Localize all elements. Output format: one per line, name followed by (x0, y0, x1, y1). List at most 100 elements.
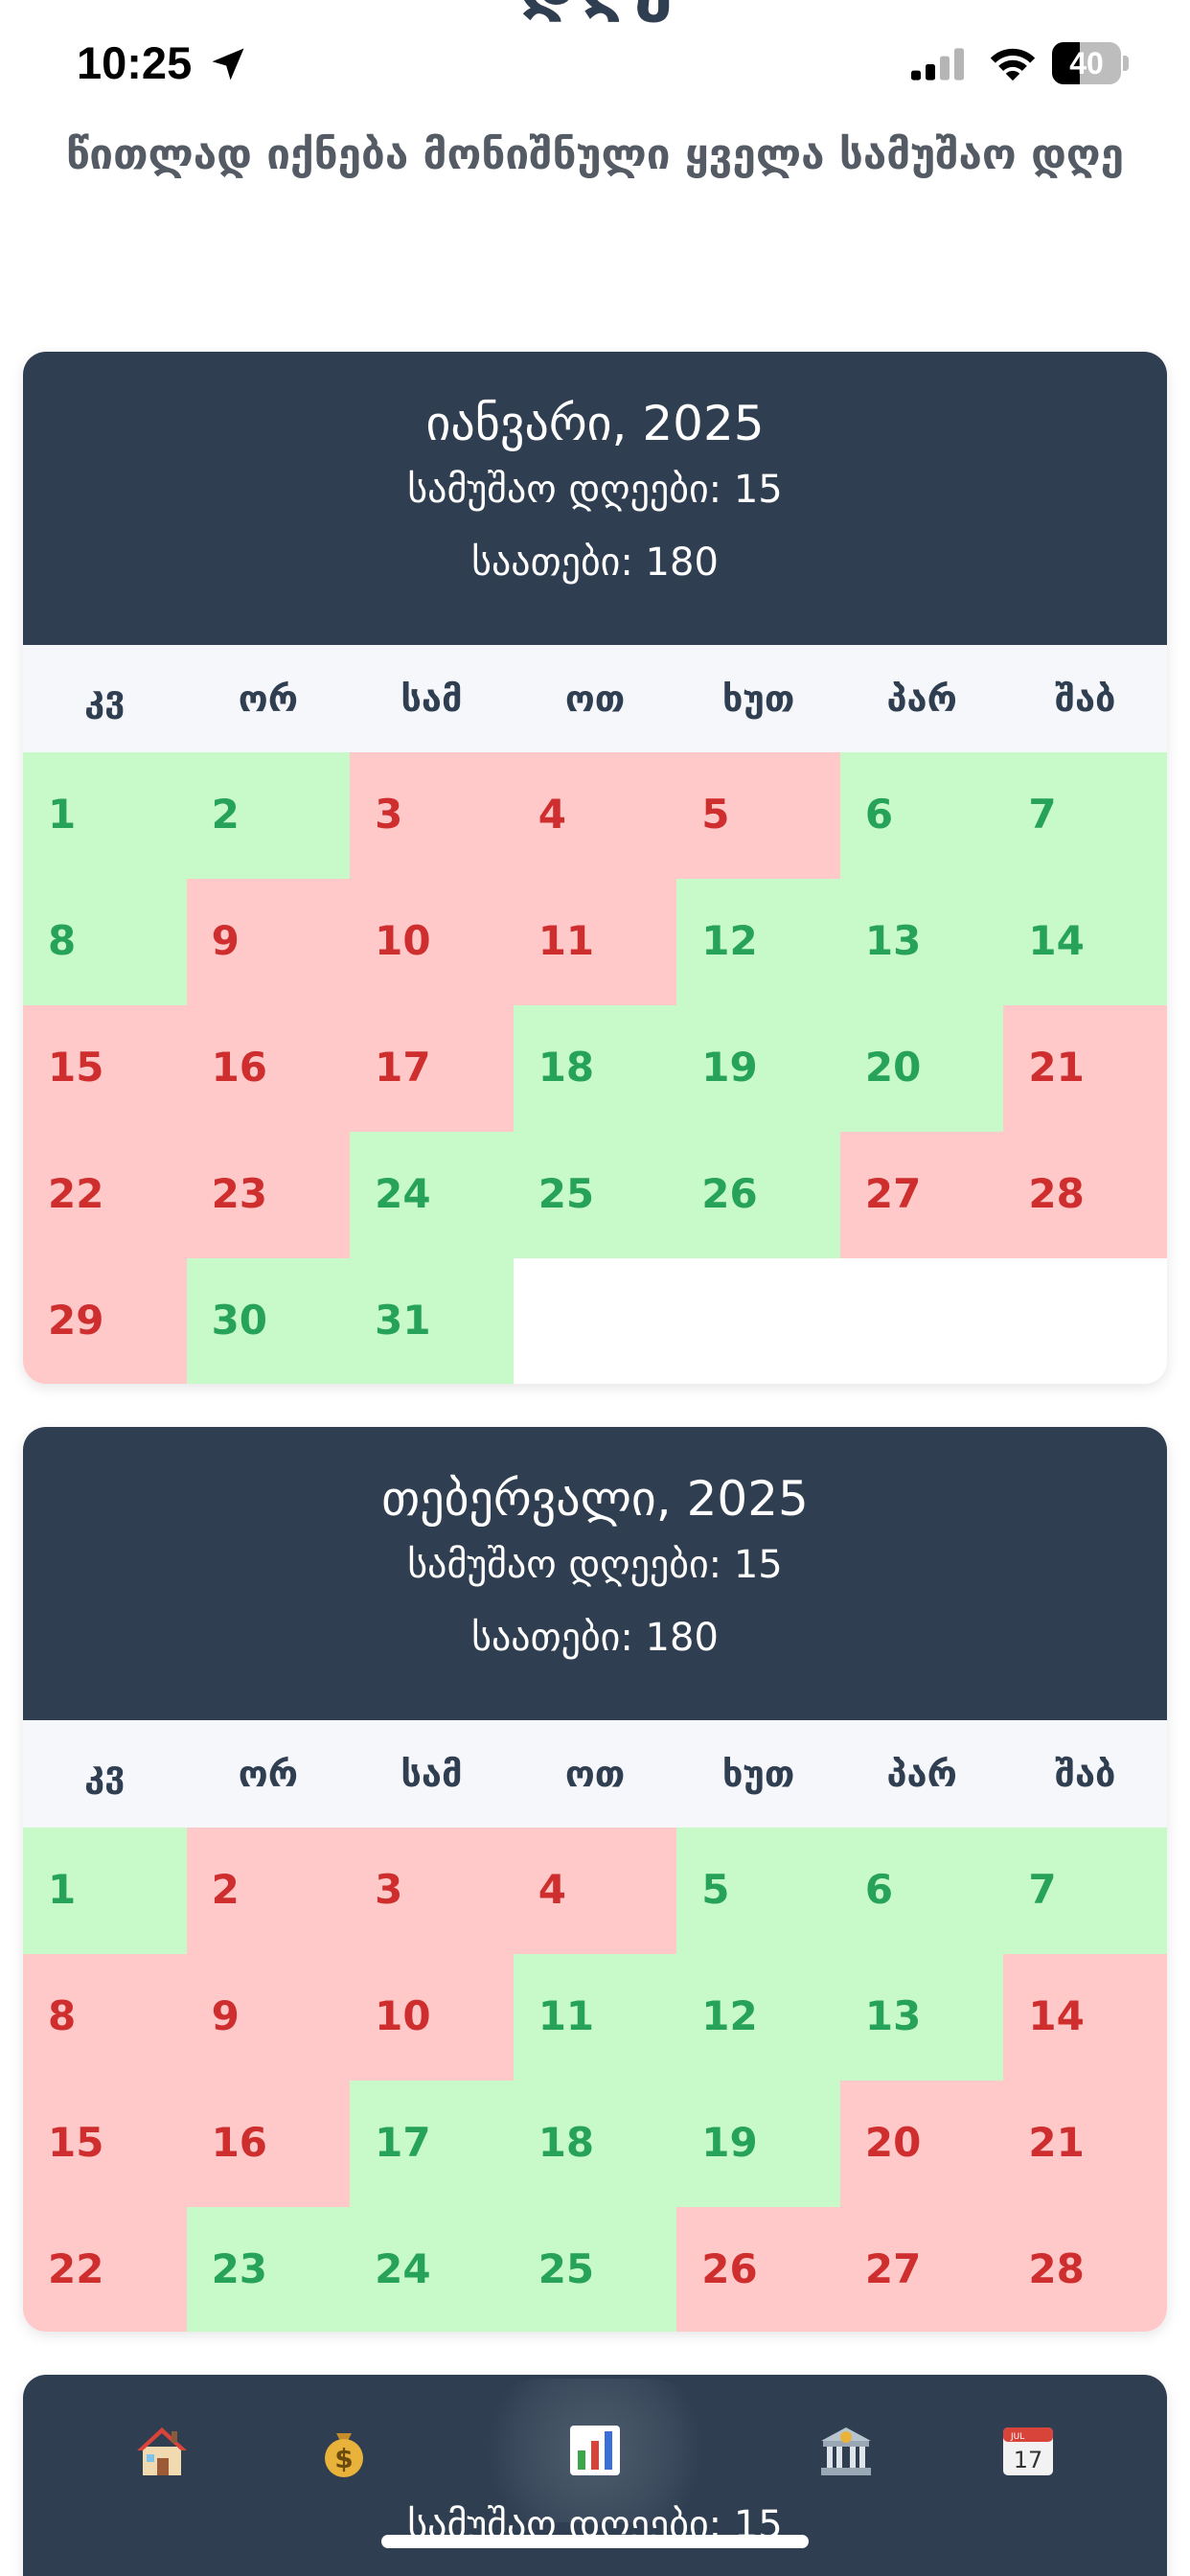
day-cell[interactable]: 22 (23, 2207, 187, 2332)
weekday-label: ხუთ (721, 678, 795, 720)
day-cell[interactable]: 26 (676, 2207, 840, 2332)
empty-day-cell (1003, 1258, 1167, 1384)
day-cell[interactable]: 1 (23, 1828, 187, 1954)
day-cell[interactable]: 8 (23, 879, 187, 1005)
tab-statistics[interactable] (470, 2379, 720, 2522)
day-cell[interactable]: 8 (23, 1954, 187, 2081)
calendar-icon: JUL 17 (1003, 2427, 1053, 2475)
day-cell[interactable]: 18 (513, 1005, 677, 1132)
day-cell[interactable]: 1 (23, 752, 187, 879)
day-cell[interactable]: 23 (186, 1132, 351, 1258)
day-cell[interactable]: 4 (513, 1828, 677, 1954)
weekday-label: ხუთ (721, 1753, 795, 1795)
day-grid: 1 2 3 4 5 6 7 8 9 10 11 12 13 14 15 16 17 18 19 20 21 22 23 24 2… (23, 752, 1167, 1384)
calendar-icon-month: JUL (1010, 2432, 1024, 2442)
day-cell[interactable]: 25 (513, 2207, 677, 2332)
day-cell[interactable]: 6 (839, 752, 1004, 879)
day-cell[interactable]: 12 (676, 1954, 840, 2081)
day-cell[interactable]: 16 (186, 2081, 351, 2207)
month-work-days: სამუშაო დღეები: 15 (407, 1543, 783, 1587)
day-cell[interactable]: 11 (513, 1954, 677, 2081)
day-cell[interactable]: 12 (676, 879, 840, 1005)
bar-chart-icon (570, 2426, 620, 2475)
day-cell[interactable]: 25 (513, 1132, 677, 1258)
day-cell[interactable]: 20 (839, 2081, 1004, 2207)
empty-day-cell (513, 1258, 677, 1384)
weekday-label: პარ (886, 1753, 957, 1795)
status-time: 10:25 (77, 37, 193, 88)
tab-home[interactable] (106, 2395, 217, 2506)
weekday-header-row: კვ ორ სამ ოთ ხუთ პარ შაბ (23, 1720, 1167, 1828)
day-cell[interactable]: 28 (1003, 1132, 1167, 1258)
day-cell[interactable]: 28 (1003, 2207, 1167, 2332)
day-cell[interactable]: 16 (186, 1005, 351, 1132)
home-indicator[interactable] (381, 2535, 809, 2548)
day-cell[interactable]: 11 (513, 879, 677, 1005)
day-cell[interactable]: 31 (350, 1258, 514, 1384)
bank-icon (821, 2427, 871, 2475)
day-cell[interactable]: 30 (186, 1258, 351, 1384)
day-grid: 1 2 3 4 5 6 7 8 9 10 11 12 13 14 15 16 17 18 19 20 21 22 23 24 2… (23, 1828, 1167, 2332)
day-cell[interactable]: 24 (350, 1132, 514, 1258)
weekday-label: ოთ (564, 678, 626, 720)
day-cell[interactable]: 15 (23, 1005, 187, 1132)
weekday-label: შაბ (1055, 678, 1116, 720)
day-cell[interactable]: 15 (23, 2081, 187, 2207)
battery-percent: 40 (1069, 46, 1104, 80)
tab-bank[interactable] (790, 2395, 902, 2506)
day-cell[interactable]: 19 (676, 2081, 840, 2207)
day-cell[interactable]: 2 (186, 752, 351, 879)
day-cell[interactable]: 26 (676, 1132, 840, 1258)
day-cell[interactable]: 10 (350, 1954, 514, 2081)
empty-day-cell (676, 1258, 840, 1384)
svg-text:$: $ (334, 2443, 353, 2474)
day-cell[interactable]: 24 (350, 2207, 514, 2332)
weekday-label: კვ (84, 678, 126, 720)
day-cell[interactable]: 14 (1003, 1954, 1167, 2081)
day-cell[interactable]: 27 (839, 2207, 1004, 2332)
month-header: თებერვალი, 2025 სამუშაო დღეები: 15 საათე… (23, 1427, 1167, 1720)
day-cell[interactable]: 4 (513, 752, 677, 879)
day-cell[interactable]: 13 (839, 879, 1004, 1005)
day-cell[interactable]: 21 (1003, 2081, 1167, 2207)
day-cell[interactable]: 19 (676, 1005, 840, 1132)
month-card-february: თებერვალი, 2025 სამუშაო დღეები: 15 საათე… (23, 1427, 1167, 2332)
day-cell[interactable]: 22 (23, 1132, 187, 1258)
day-cell[interactable]: 9 (186, 1954, 351, 2081)
day-cell[interactable]: 17 (350, 2081, 514, 2207)
weekday-label: შაბ (1055, 1753, 1116, 1795)
day-cell[interactable]: 17 (350, 1005, 514, 1132)
empty-day-cell (839, 1258, 1004, 1384)
month-title: თებერვალი, 2025 (381, 1471, 809, 1527)
day-cell[interactable]: 29 (23, 1258, 187, 1384)
day-cell[interactable]: 6 (839, 1828, 1004, 1954)
weekday-label: სამ (400, 1753, 463, 1795)
day-cell[interactable]: 3 (350, 752, 514, 879)
battery-icon: 40 (1052, 42, 1129, 84)
day-cell[interactable]: 7 (1003, 1828, 1167, 1954)
weekday-label: ოთ (564, 1753, 626, 1795)
day-cell[interactable]: 18 (513, 2081, 677, 2207)
day-cell[interactable]: 14 (1003, 879, 1167, 1005)
tab-calendar[interactable]: JUL 17 (973, 2395, 1084, 2506)
day-cell[interactable]: 13 (839, 1954, 1004, 2081)
weekday-label: სამ (400, 678, 463, 720)
day-cell[interactable]: 10 (350, 879, 514, 1005)
day-cell[interactable]: 21 (1003, 1005, 1167, 1132)
wifi-icon (990, 48, 1036, 81)
day-cell[interactable]: 5 (676, 752, 840, 879)
day-cell[interactable]: 7 (1003, 752, 1167, 879)
location-arrow-icon (212, 48, 244, 80)
tab-money[interactable]: $ (288, 2395, 400, 2506)
cellular-signal-icon (911, 48, 964, 80)
month-hours: საათები: 180 (471, 540, 719, 585)
weekday-label: კვ (84, 1753, 126, 1795)
month-card-january: იანვარი, 2025 სამუშაო დღეები: 15 საათები… (23, 352, 1167, 1384)
day-cell[interactable]: 20 (839, 1005, 1004, 1132)
day-cell[interactable]: 2 (186, 1828, 351, 1954)
day-cell[interactable]: 3 (350, 1828, 514, 1954)
day-cell[interactable]: 9 (186, 879, 351, 1005)
day-cell[interactable]: 23 (186, 2207, 351, 2332)
day-cell[interactable]: 5 (676, 1828, 840, 1954)
day-cell[interactable]: 27 (839, 1132, 1004, 1258)
